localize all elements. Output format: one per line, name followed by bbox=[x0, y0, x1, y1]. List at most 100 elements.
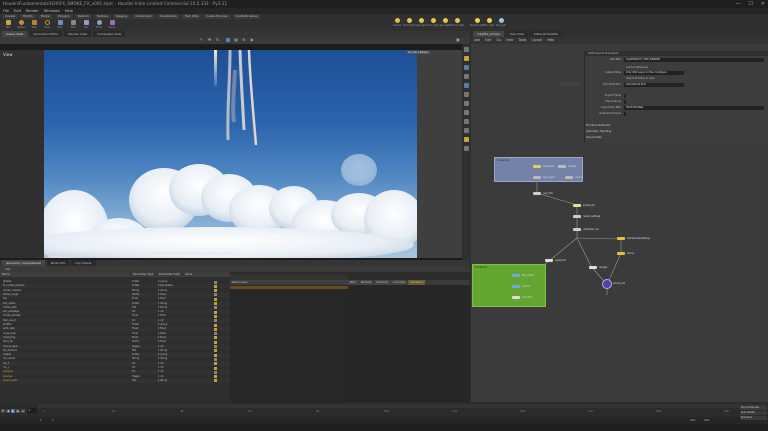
column-data[interactable]: Parameter Data bbox=[157, 272, 182, 277]
close-icon[interactable]: ✕ bbox=[761, 0, 765, 8]
maximize-icon[interactable]: ☐ bbox=[748, 0, 752, 8]
tool-line[interactable]: Line bbox=[81, 20, 91, 30]
next-key-icon[interactable]: ▶ bbox=[16, 409, 20, 413]
tab-transform[interactable]: Transform bbox=[374, 280, 391, 285]
flag-icon[interactable] bbox=[214, 327, 217, 331]
parm-field[interactable] bbox=[624, 112, 626, 116]
render-rop-icon[interactable] bbox=[602, 279, 612, 289]
tool-env-light[interactable]: Env Light bbox=[484, 18, 494, 27]
select-icon[interactable]: ↖ bbox=[200, 38, 204, 42]
xray-icon[interactable] bbox=[464, 119, 469, 124]
section-geometry-handling[interactable]: Geometry Handling bbox=[586, 130, 611, 133]
tool-torus[interactable]: Torus bbox=[42, 20, 52, 30]
rotate-icon[interactable]: ↻ bbox=[216, 38, 220, 42]
first-frame-icon[interactable]: ⏮ bbox=[1, 409, 5, 413]
parm-field[interactable]: Import Primitive to Sopt bbox=[624, 77, 684, 81]
network-node[interactable] bbox=[589, 266, 597, 269]
flag-icon[interactable] bbox=[214, 280, 217, 284]
network-node[interactable] bbox=[573, 228, 581, 231]
tab-attribute[interactable]: Attribute bbox=[358, 280, 374, 285]
key-all-channels-button[interactable]: Key All Channels bbox=[740, 406, 767, 410]
flag-icon[interactable] bbox=[214, 306, 217, 310]
tool-box[interactable]: Box bbox=[3, 20, 13, 30]
play-icon[interactable]: ▶ bbox=[11, 409, 15, 413]
flag-icon[interactable] bbox=[214, 289, 217, 293]
flag-icon[interactable] bbox=[214, 345, 217, 348]
camera-menu[interactable]: No cam ▾ Persp ▾ bbox=[406, 51, 431, 54]
parm-field[interactable] bbox=[624, 100, 626, 104]
range-start[interactable]: 1 bbox=[40, 417, 42, 424]
prev-key-icon[interactable]: ◀ bbox=[6, 409, 10, 413]
wireframe-icon[interactable] bbox=[464, 74, 469, 79]
ghost-icon[interactable] bbox=[464, 110, 469, 115]
network-node[interactable] bbox=[533, 165, 541, 168]
minimize-icon[interactable]: — bbox=[735, 0, 740, 8]
network-node[interactable] bbox=[565, 176, 573, 179]
tool-area-light[interactable]: Area Light bbox=[427, 18, 439, 27]
network-node[interactable] bbox=[545, 259, 553, 262]
range-start-field[interactable]: 1 bbox=[52, 417, 54, 424]
bounds-icon[interactable] bbox=[464, 101, 469, 106]
net-menu-add[interactable]: Add bbox=[474, 37, 480, 44]
flag-icon[interactable] bbox=[214, 332, 217, 336]
tool-sky-light[interactable]: Sky Light bbox=[496, 18, 506, 27]
column-name[interactable]: Name bbox=[0, 272, 130, 277]
snap-icon[interactable]: ⊕ bbox=[242, 38, 246, 42]
net-menu-layout[interactable]: Layout bbox=[531, 37, 542, 44]
flag-icon[interactable] bbox=[214, 284, 217, 288]
parm-field[interactable] bbox=[624, 94, 626, 98]
flag-icon[interactable] bbox=[214, 310, 217, 314]
network-node[interactable] bbox=[573, 204, 581, 207]
flag-icon[interactable] bbox=[214, 340, 217, 344]
network-node[interactable] bbox=[558, 165, 566, 168]
flag-icon[interactable] bbox=[214, 370, 217, 374]
pin-icon[interactable]: ▣ bbox=[456, 38, 460, 42]
current-frame-input[interactable]: 1 bbox=[28, 408, 37, 413]
column-value[interactable]: Value bbox=[183, 272, 230, 277]
tab-local-vars[interactable]: Local Vars bbox=[391, 280, 408, 285]
range-end-field[interactable]: 240 bbox=[690, 417, 695, 424]
tool-point-light[interactable]: Point Light bbox=[403, 18, 415, 27]
flag-icon[interactable] bbox=[214, 336, 217, 340]
parm-field[interactable]: Use Default Prim bbox=[624, 83, 684, 87]
tab-main[interactable]: Main bbox=[348, 280, 358, 285]
render-frame[interactable] bbox=[44, 50, 417, 258]
network-node[interactable] bbox=[512, 285, 520, 288]
flag-icon[interactable] bbox=[214, 357, 217, 361]
tool-circle[interactable]: Circle bbox=[94, 20, 104, 30]
net-menu-go[interactable]: Go bbox=[496, 37, 500, 44]
network-node[interactable] bbox=[573, 215, 581, 218]
timeline-scrubber[interactable] bbox=[38, 404, 766, 408]
flag-icon[interactable] bbox=[214, 353, 217, 357]
net-menu-help[interactable]: Help bbox=[547, 37, 554, 44]
flag-icon[interactable] bbox=[214, 314, 217, 318]
flag-icon[interactable] bbox=[214, 323, 217, 327]
last-frame-icon[interactable]: ⏭ bbox=[21, 409, 25, 413]
normals-icon[interactable] bbox=[464, 92, 469, 97]
network-node[interactable] bbox=[512, 274, 520, 277]
tool-tube[interactable]: Tube bbox=[29, 20, 39, 30]
tool-grid[interactable]: Grid bbox=[55, 20, 65, 30]
flag-icon[interactable] bbox=[214, 297, 217, 301]
camera-icon[interactable]: ◉ bbox=[250, 38, 254, 42]
network-node[interactable] bbox=[533, 192, 541, 195]
net-menu-edit[interactable]: Edit bbox=[485, 37, 491, 44]
network-node[interactable] bbox=[617, 237, 625, 240]
network-box-fire[interactable]: Fire Render bbox=[472, 264, 546, 307]
grid-icon[interactable]: ▦ bbox=[234, 38, 238, 42]
range-end[interactable]: 240 bbox=[704, 417, 709, 424]
selected-channel[interactable] bbox=[230, 286, 348, 289]
flag-icon[interactable] bbox=[214, 349, 217, 353]
table-row[interactable]: export_path File 1 string bbox=[0, 378, 230, 383]
template-icon[interactable] bbox=[464, 128, 469, 133]
section-import-data[interactable]: Import Data bbox=[586, 136, 602, 139]
flag-icon[interactable] bbox=[214, 293, 217, 297]
parm-field[interactable]: /obj/FIRE/OUT_FIRE_RENDER bbox=[624, 58, 764, 62]
flag-icon[interactable] bbox=[214, 362, 217, 366]
tool-sphere[interactable]: Sphere bbox=[16, 20, 26, 30]
flipbook-icon[interactable] bbox=[464, 146, 469, 151]
auto-update-menu[interactable]: Auto Update bbox=[740, 411, 767, 415]
network-node[interactable] bbox=[512, 296, 520, 299]
snapshot-icon[interactable] bbox=[464, 137, 469, 142]
flag-icon[interactable] bbox=[214, 375, 217, 379]
